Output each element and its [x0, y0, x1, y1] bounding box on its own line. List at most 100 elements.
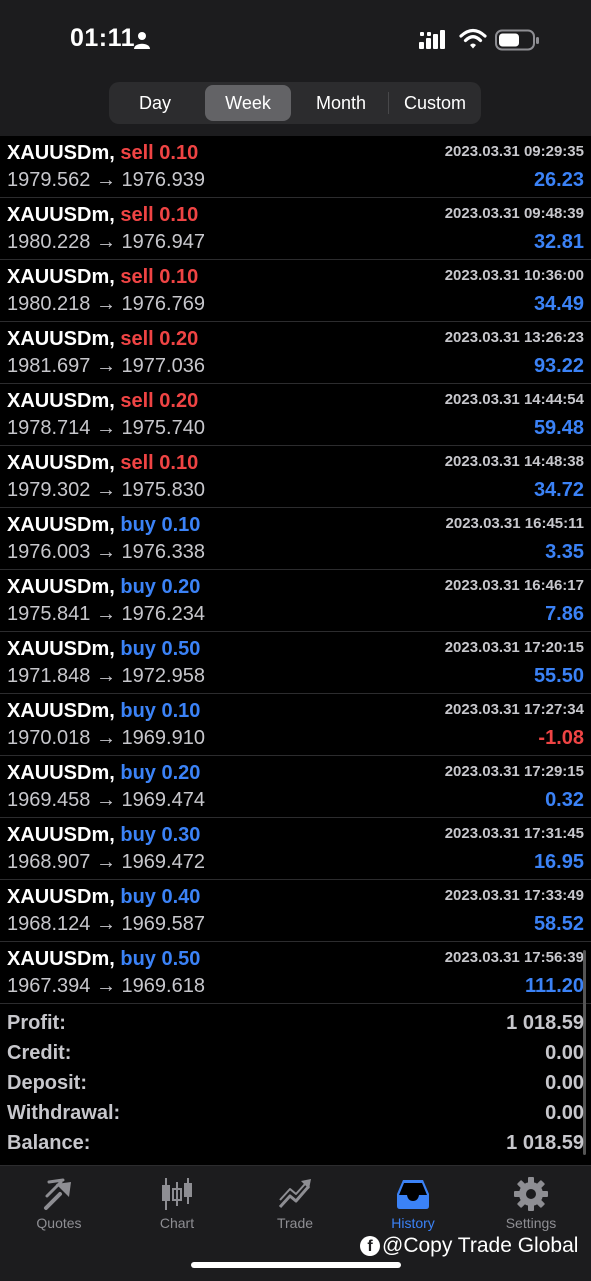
- account-summary: Profit: 1 018.59 Credit: 0.00 Deposit: 0…: [0, 1010, 591, 1160]
- trade-row[interactable]: XAUUSDm, buy 0.10 2023.03.31 16:45:11 1976…: [0, 508, 591, 570]
- trade-row[interactable]: XAUUSDm, buy 0.20 2023.03.31 16:46:17 1975…: [0, 570, 591, 632]
- trade-symbol: XAUUSDm,: [7, 328, 115, 350]
- trade-symbol: XAUUSDm,: [7, 948, 115, 970]
- summary-row-deposit: Deposit: 0.00: [0, 1070, 591, 1100]
- tab-label: History: [391, 1215, 435, 1231]
- trade-volume: 0.30: [161, 824, 201, 846]
- trade-profit: 55.50: [533, 665, 584, 687]
- trade-row[interactable]: XAUUSDm, buy 0.20 2023.03.31 17:29:15 1969…: [0, 756, 591, 818]
- segment-day[interactable]: Day: [112, 85, 198, 121]
- trade-row[interactable]: XAUUSDm, sell 0.10 2023.03.31 09:48:39 198…: [0, 198, 591, 260]
- tab-trade[interactable]: Trade: [236, 1166, 354, 1236]
- trade-row[interactable]: XAUUSDm, sell 0.10 2023.03.31 14:48:38 197…: [0, 446, 591, 508]
- trade-row[interactable]: XAUUSDm, sell 0.20 2023.03.31 13:26:23 198…: [0, 322, 591, 384]
- trade-symbol: XAUUSDm,: [7, 700, 115, 722]
- trade-symbol: XAUUSDm,: [7, 638, 115, 660]
- trade-row[interactable]: XAUUSDm, buy 0.40 2023.03.31 17:33:49 1968…: [0, 880, 591, 942]
- trade-prices: 1975.841 → 1976.234: [7, 603, 205, 625]
- trade-symbol: XAUUSDm,: [7, 204, 115, 226]
- watermark-text: @Copy Trade Global: [382, 1234, 579, 1257]
- summary-row-balance: Balance: 1 018.59: [0, 1130, 591, 1160]
- trade-side: buy: [120, 576, 156, 598]
- trade-history-list: XAUUSDm, sell 0.10 2023.03.31 09:29:35 197…: [0, 136, 591, 1004]
- trade-row[interactable]: XAUUSDm, buy 0.30 2023.03.31 17:31:45 1968…: [0, 818, 591, 880]
- summary-value: 0.00: [545, 1072, 584, 1094]
- trade-volume: 0.20: [159, 328, 199, 350]
- trade-profit: 111.20: [525, 975, 584, 997]
- trade-row[interactable]: XAUUSDm, sell 0.10 2023.03.31 10:36:00 198…: [0, 260, 591, 322]
- trade-row[interactable]: XAUUSDm, sell 0.10 2023.03.31 09:29:35 197…: [0, 136, 591, 198]
- trade-profit: -1.08: [538, 727, 584, 749]
- tab-label: Trade: [276, 1215, 314, 1231]
- wifi-icon: [459, 28, 487, 49]
- tab-history[interactable]: History: [354, 1166, 472, 1236]
- trade-profit: 7.86: [545, 603, 584, 625]
- signal-icon: [419, 30, 445, 49]
- period-segmented-control: Day Week Month Custom: [109, 82, 481, 124]
- trade-row[interactable]: XAUUSDm, sell 0.20 2023.03.31 14:44:54 197…: [0, 384, 591, 446]
- trade-side: buy: [120, 824, 156, 846]
- trade-side: buy: [120, 638, 156, 660]
- trade-side: sell: [120, 328, 154, 350]
- trade-volume: 0.10: [159, 266, 199, 288]
- trade-volume: 0.10: [159, 142, 199, 164]
- segment-month[interactable]: Month: [298, 85, 384, 121]
- trade-side: sell: [120, 390, 154, 412]
- trade-datetime: 2023.03.31 17:20:15: [444, 639, 584, 656]
- trade-profit: 34.72: [533, 479, 584, 501]
- trade-datetime: 2023.03.31 17:31:45: [444, 825, 584, 842]
- trade-symbol: XAUUSDm,: [7, 514, 115, 536]
- trade-profit: 26.23: [533, 169, 584, 191]
- person-icon: [134, 32, 150, 49]
- trade-profit: 32.81: [533, 231, 584, 253]
- summary-row-credit: Credit: 0.00: [0, 1040, 591, 1070]
- trade-symbol: XAUUSDm,: [7, 452, 115, 474]
- trade-symbol-line: XAUUSDm, buy 0.50: [7, 948, 200, 971]
- trade-prices: 1980.228 → 1976.947: [7, 231, 205, 253]
- tab-label: Chart: [159, 1215, 195, 1231]
- settings-icon: [514, 1177, 548, 1211]
- tab-quotes[interactable]: Quotes: [0, 1166, 118, 1236]
- trade-profit: 3.35: [545, 541, 584, 563]
- trade-row[interactable]: XAUUSDm, buy 0.10 2023.03.31 17:27:34 1970…: [0, 694, 591, 756]
- trade-profit: 34.49: [533, 293, 584, 315]
- trade-symbol: XAUUSDm,: [7, 142, 115, 164]
- trade-symbol-line: XAUUSDm, buy 0.20: [7, 576, 200, 599]
- segment-week[interactable]: Week: [205, 85, 291, 121]
- trade-prices: 1978.714 → 1975.740: [7, 417, 205, 439]
- trade-side: buy: [120, 886, 156, 908]
- trade-side: sell: [120, 452, 154, 474]
- trade-symbol-line: XAUUSDm, sell 0.20: [7, 390, 198, 413]
- trade-symbol-line: XAUUSDm, sell 0.10: [7, 452, 198, 475]
- trade-side: sell: [120, 266, 154, 288]
- summary-value: 0.00: [545, 1042, 584, 1064]
- trade-prices: 1968.124 → 1969.587: [7, 913, 205, 935]
- trade-symbol: XAUUSDm,: [7, 390, 115, 412]
- battery-icon: [495, 29, 539, 51]
- summary-label: Balance:: [7, 1132, 91, 1154]
- trade-datetime: 2023.03.31 13:26:23: [444, 329, 584, 346]
- history-icon: [397, 1180, 429, 1209]
- trade-prices: 1976.003 → 1976.338: [7, 541, 205, 563]
- trade-row[interactable]: XAUUSDm, buy 0.50 2023.03.31 17:56:39 1967…: [0, 942, 591, 1004]
- trade-volume: 0.10: [159, 204, 199, 226]
- trade-volume: 0.20: [159, 390, 199, 412]
- segment-custom[interactable]: Custom: [391, 85, 479, 121]
- trade-symbol: XAUUSDm,: [7, 824, 115, 846]
- chart-icon: [162, 1178, 192, 1210]
- trade-side: sell: [120, 204, 154, 226]
- trade-symbol-line: XAUUSDm, sell 0.20: [7, 328, 198, 351]
- tab-settings[interactable]: Settings: [472, 1166, 590, 1236]
- summary-row-withdrawal: Withdrawal: 0.00: [0, 1100, 591, 1130]
- trade-volume: 0.10: [161, 514, 201, 536]
- trade-row[interactable]: XAUUSDm, buy 0.50 2023.03.31 17:20:15 1971…: [0, 632, 591, 694]
- trade-datetime: 2023.03.31 14:48:38: [444, 453, 584, 470]
- watermark: f @Copy Trade Global: [360, 1234, 578, 1258]
- summary-value: 1 018.59: [506, 1132, 584, 1154]
- trade-prices: 1970.018 → 1969.910: [7, 727, 205, 749]
- home-indicator[interactable]: [191, 1262, 401, 1268]
- status-time: 01:11: [70, 24, 136, 52]
- trade-volume: 0.50: [161, 638, 201, 660]
- trade-datetime: 2023.03.31 09:48:39: [444, 205, 584, 222]
- tab-chart[interactable]: Chart: [118, 1166, 236, 1236]
